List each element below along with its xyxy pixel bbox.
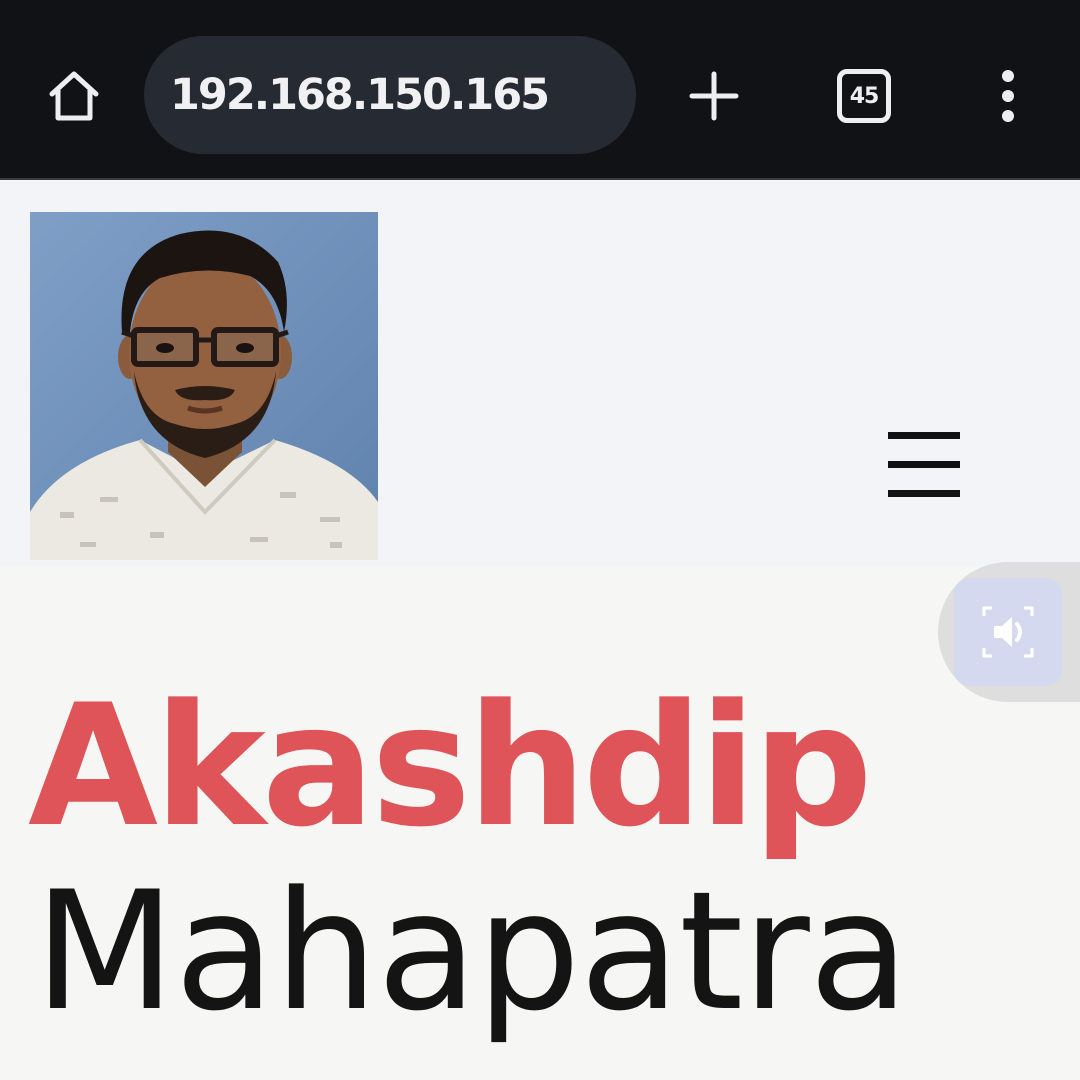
tab-switcher-icon: 45 (837, 69, 891, 123)
profile-portrait (30, 212, 378, 560)
hamburger-menu-button[interactable] (884, 432, 964, 502)
browser-toolbar: 192.168.150.165 45 (0, 0, 1080, 180)
tab-count: 45 (849, 83, 880, 109)
more-vertical-icon (1002, 70, 1014, 122)
new-tab-button[interactable] (676, 58, 752, 134)
address-bar[interactable]: 192.168.150.165 (144, 36, 636, 154)
read-aloud-button[interactable] (954, 578, 1062, 686)
hero-first-name: Akashdip (28, 668, 873, 864)
url-text: 192.168.150.165 (170, 70, 550, 120)
home-button[interactable] (36, 58, 112, 134)
home-icon (49, 71, 99, 121)
read-aloud-panel (938, 562, 1080, 702)
browser-menu-button[interactable] (980, 58, 1036, 134)
hamburger-menu-icon (888, 432, 960, 439)
speaker-icon (982, 606, 1034, 658)
profile-photo (30, 212, 378, 560)
plus-icon (689, 71, 739, 121)
tab-switcher-button[interactable]: 45 (828, 58, 900, 134)
site-header (0, 182, 1080, 566)
hero-last-name: Mahapatra (34, 856, 909, 1047)
hero-section: Akashdip Mahapatra (0, 566, 1080, 1080)
